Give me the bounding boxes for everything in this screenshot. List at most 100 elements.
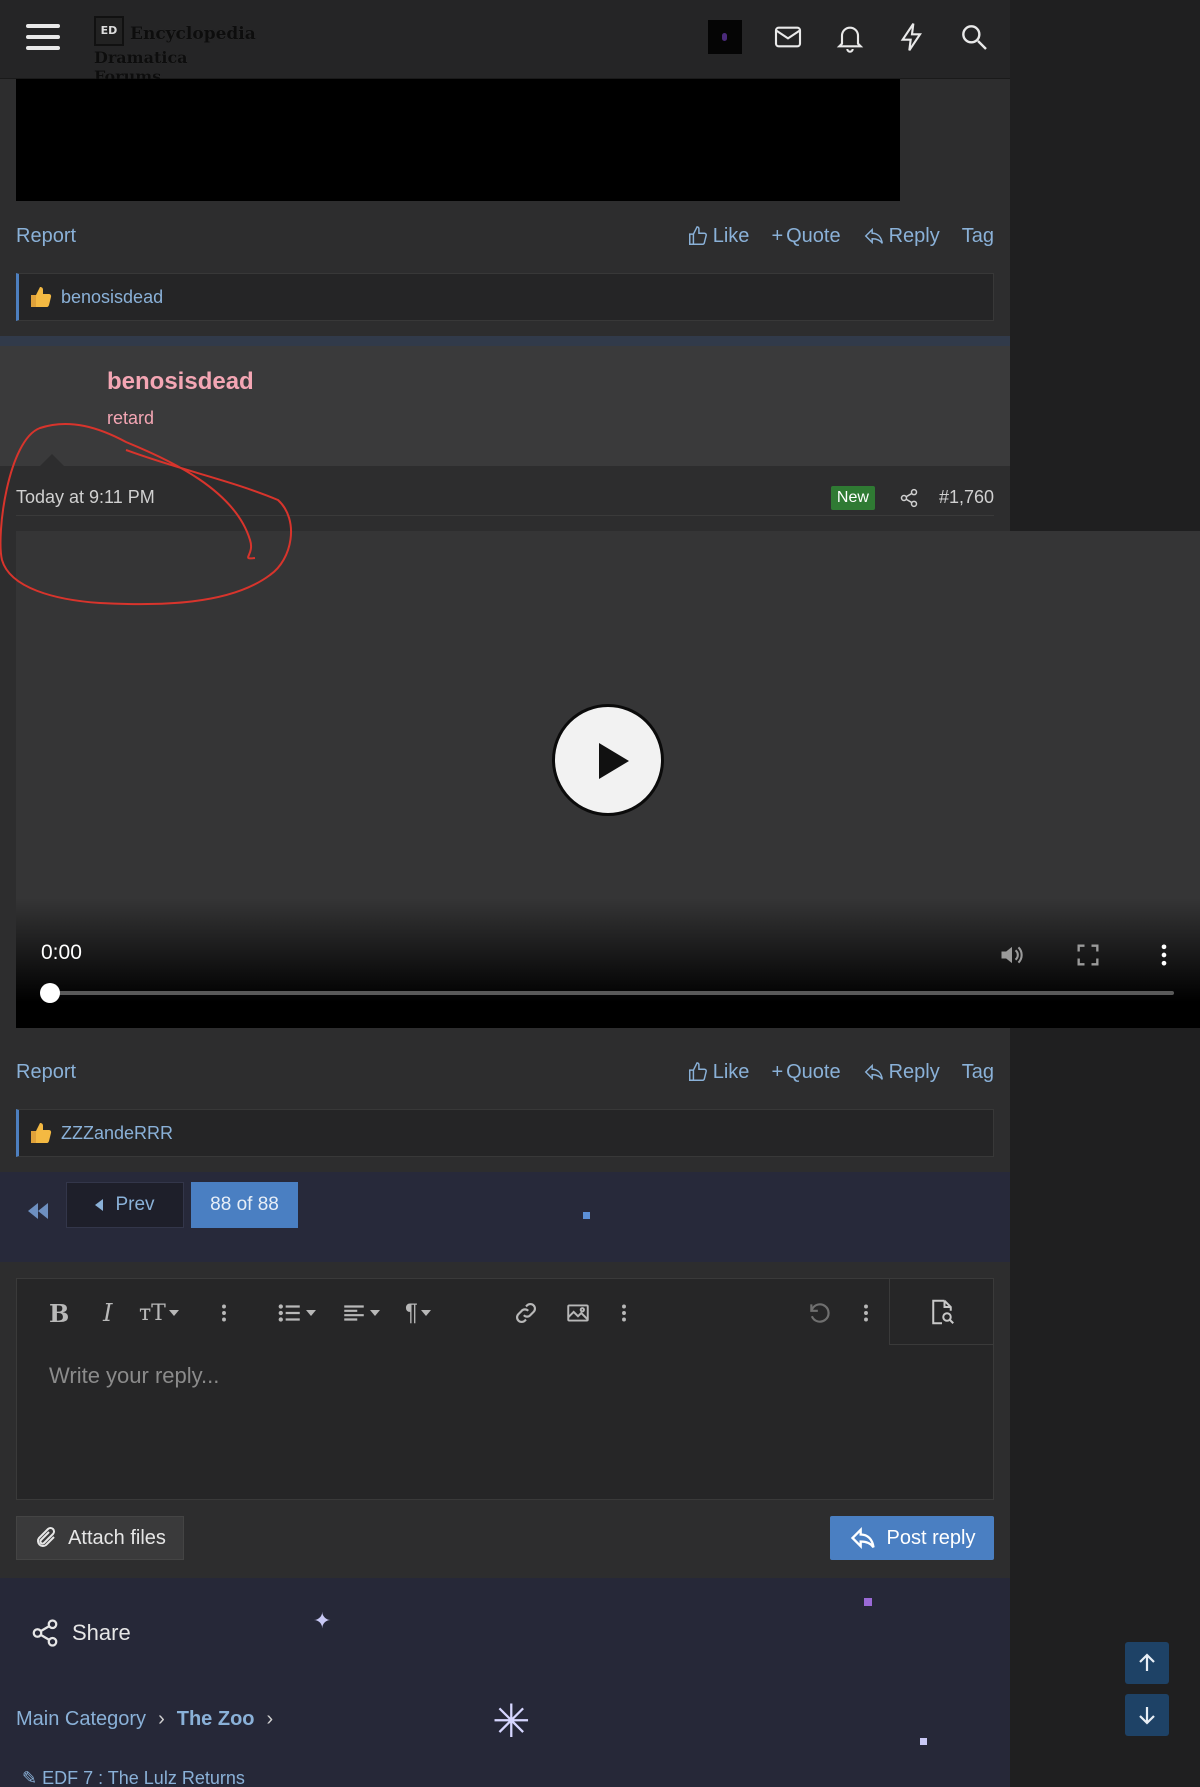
lightning-icon[interactable] (896, 21, 928, 53)
post-date[interactable]: Today at 9:11 PM (16, 487, 155, 508)
more-text-options-icon[interactable] (211, 1299, 237, 1327)
tag-button[interactable]: Tag (962, 1061, 994, 1084)
like-label: Like (712, 224, 750, 247)
video-progress-handle[interactable] (40, 983, 60, 1003)
post-pointer (40, 454, 64, 466)
logo-text-line1: Encyclopedia (130, 24, 256, 44)
post-number[interactable]: #1,760 (939, 487, 994, 508)
attach-files-button[interactable]: Attach files (16, 1516, 184, 1560)
image-icon[interactable] (565, 1299, 591, 1327)
reply-button[interactable]: Reply (863, 1061, 940, 1084)
quote-button[interactable]: + Quote (771, 1061, 840, 1084)
reply-icon (864, 227, 883, 245)
list-icon[interactable] (277, 1299, 316, 1327)
chevron-right-icon: › (266, 1708, 274, 1730)
reaction-user[interactable]: benosisdead (61, 287, 163, 308)
user-avatar[interactable] (708, 20, 742, 54)
bold-icon[interactable]: B (49, 1299, 69, 1328)
subforum-link[interactable]: ✎ EDF 7 : The Lulz Returns (22, 1768, 245, 1787)
tag-button[interactable]: Tag (962, 225, 994, 248)
first-page-icon[interactable] (20, 1188, 56, 1234)
post-actions-previous: Report Like + Quote Reply Tag (16, 218, 994, 254)
chevron-right-icon: › (158, 1708, 165, 1730)
thumbs-up-reaction-icon (31, 287, 52, 307)
video-player[interactable]: 0:00 (16, 531, 1200, 1028)
thumbs-up-icon (688, 226, 707, 245)
like-button[interactable]: Like (687, 1061, 749, 1084)
share-label: Share (72, 1620, 131, 1645)
reply-label: Reply (888, 1060, 940, 1083)
reply-editor[interactable]: B I тT ¶ Write your reply... (16, 1278, 994, 1500)
arrow-down-icon (1139, 1707, 1155, 1725)
link-icon[interactable] (513, 1299, 539, 1327)
sparkle-decoration (583, 1212, 590, 1219)
quote-button[interactable]: + Quote (771, 225, 840, 248)
breadcrumb-main-category[interactable]: Main Category (16, 1708, 146, 1731)
current-page-button[interactable]: 88 of 88 (191, 1182, 298, 1228)
post-reply-button[interactable]: Post reply (830, 1516, 994, 1560)
breadcrumb-the-zoo[interactable]: The Zoo (177, 1708, 255, 1731)
more-options-icon[interactable] (853, 1299, 879, 1327)
arrow-up-icon (1139, 1653, 1155, 1671)
share-button[interactable]: Share (30, 1618, 131, 1648)
top-icons (708, 20, 990, 54)
undo-icon[interactable] (807, 1299, 833, 1327)
fullscreen-icon[interactable] (1074, 941, 1102, 969)
page: ED Encyclopedia Dramatica Forums Report (0, 0, 1200, 1787)
video-progress-track[interactable] (50, 991, 1174, 995)
scroll-top-button[interactable] (1125, 1642, 1169, 1684)
reaction-user[interactable]: ZZZandeRRR (61, 1123, 173, 1144)
prev-label: Prev (115, 1194, 155, 1215)
reply-label: Reply (888, 224, 940, 247)
post-separator (0, 336, 1010, 346)
more-insert-options-icon[interactable] (611, 1299, 637, 1327)
play-icon[interactable] (552, 704, 664, 816)
scroll-bottom-button[interactable] (1125, 1694, 1169, 1736)
breadcrumb: Main Category › The Zoo › (16, 1708, 285, 1731)
attach-label: Attach files (68, 1526, 166, 1549)
mail-icon[interactable] (772, 21, 804, 53)
top-navigation-bar: ED Encyclopedia Dramatica Forums (0, 0, 1010, 86)
editor-toolbar: B I тT ¶ (17, 1279, 993, 1345)
caret-left-icon (95, 1199, 104, 1211)
reaction-bar[interactable]: ZZZandeRRR (16, 1109, 994, 1157)
plus-icon: + (771, 1060, 784, 1083)
reply-icon (864, 1063, 883, 1081)
more-options-icon[interactable] (1150, 941, 1178, 969)
report-link[interactable]: Report (16, 1061, 76, 1084)
post-reply-label: Post reply (886, 1526, 976, 1549)
report-link[interactable]: Report (16, 225, 76, 248)
bell-icon[interactable] (834, 21, 866, 53)
like-button[interactable]: Like (687, 224, 750, 248)
quote-label: Quote (786, 224, 841, 247)
plus-icon: + (771, 224, 784, 247)
quote-label: Quote (786, 1060, 841, 1083)
menu-icon[interactable] (26, 24, 60, 54)
thumbs-up-icon (688, 1062, 707, 1081)
reply-button[interactable]: Reply (863, 225, 940, 248)
video-time: 0:00 (41, 941, 82, 964)
paragraph-icon[interactable]: ¶ (405, 1299, 431, 1327)
subforum-label: EDF 7 : The Lulz Returns (42, 1768, 245, 1787)
share-icon[interactable] (899, 488, 919, 508)
prev-page-button[interactable]: Prev (66, 1182, 184, 1228)
reaction-bar[interactable]: benosisdead (16, 273, 994, 321)
align-icon[interactable] (341, 1299, 380, 1327)
post-user-title: retard (107, 408, 155, 428)
text-size-icon[interactable]: тT (139, 1299, 179, 1327)
italic-icon[interactable]: I (103, 1299, 112, 1327)
sparkle-decoration (920, 1738, 927, 1745)
sparkle-decoration: ✳ (492, 1695, 531, 1747)
previous-post-media (16, 79, 900, 201)
post-meta: Today at 9:11 PM New #1,760 (16, 480, 994, 516)
quick-reply: B I тT ¶ Write your reply... Attach file… (0, 1262, 1010, 1578)
post-user-header: benosisdead retard (0, 346, 1010, 466)
post-username[interactable]: benosisdead (107, 368, 254, 396)
reply-placeholder[interactable]: Write your reply... (49, 1363, 219, 1389)
thread-footer: Share Main Category › The Zoo › ✎ EDF 7 … (0, 1578, 1010, 1787)
volume-icon[interactable] (998, 941, 1026, 969)
paperclip-icon (37, 1526, 56, 1547)
site-logo[interactable]: ED Encyclopedia Dramatica Forums (92, 14, 256, 86)
search-icon[interactable] (958, 21, 990, 53)
preview-icon[interactable] (889, 1279, 993, 1345)
